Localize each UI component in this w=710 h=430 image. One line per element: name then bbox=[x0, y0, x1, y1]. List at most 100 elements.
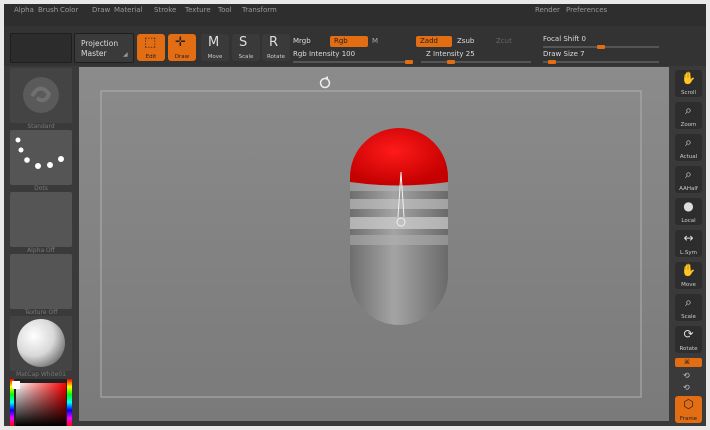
move-label: Move bbox=[207, 54, 223, 60]
menu-render[interactable]: Render bbox=[535, 6, 560, 14]
right-tray: ✋ Scroll ⌕ Zoom ⌕ Actual ⌕ AAHalf ● Loca… bbox=[671, 66, 706, 426]
menu-color[interactable]: Color bbox=[60, 6, 78, 14]
edit-button[interactable]: ⬚ Edit bbox=[137, 34, 165, 61]
top-toolbar: Projection Master ◢ ⬚ Edit ✛ Draw M Move… bbox=[4, 26, 706, 66]
capsule-model[interactable] bbox=[350, 128, 448, 325]
draw-size-slider[interactable] bbox=[543, 60, 659, 64]
rotate-y-icon[interactable]: ⟲ bbox=[683, 371, 690, 380]
focal-shift-knob[interactable] bbox=[597, 45, 605, 49]
rgb-intensity-slider[interactable] bbox=[293, 60, 413, 64]
axis-xyz-icon: ⌘ bbox=[684, 359, 690, 366]
z-intensity-slider[interactable] bbox=[421, 60, 531, 64]
z-intensity-knob[interactable] bbox=[447, 60, 455, 64]
move-button[interactable]: M Move bbox=[201, 34, 229, 61]
left-tray: Standard Dots Alpha Off Texture Off MatC… bbox=[4, 66, 76, 426]
scale-view-button[interactable]: ⌕ Scale bbox=[675, 294, 702, 321]
zoom-button[interactable]: ⌕ Zoom bbox=[675, 102, 702, 129]
frame-cube-icon: ⬡ bbox=[683, 397, 694, 411]
menu-transform[interactable]: Transform bbox=[242, 6, 277, 14]
edit-icon: ⬚ bbox=[144, 35, 157, 50]
focal-shift-label: Focal Shift 0 bbox=[543, 35, 586, 43]
actual-label: Actual bbox=[679, 154, 698, 160]
menu-draw[interactable]: Draw bbox=[92, 6, 110, 14]
menu-tool[interactable]: Tool bbox=[218, 6, 232, 14]
scale-label: Scale bbox=[238, 54, 254, 60]
rotate-z-icon[interactable]: ⟲ bbox=[683, 383, 690, 392]
scroll-button[interactable]: ✋ Scroll bbox=[675, 70, 702, 97]
move-view-button[interactable]: ✋ Move bbox=[675, 262, 702, 289]
mrgb-toggle[interactable]: Mrgb bbox=[293, 37, 311, 45]
hue-strip-right[interactable] bbox=[67, 379, 72, 426]
rotation-axis-toggle[interactable]: ⌘ bbox=[675, 358, 702, 367]
rotate-button[interactable]: R Rotate bbox=[262, 34, 290, 61]
zadd-toggle[interactable]: Zadd bbox=[416, 36, 452, 47]
aahalf-button[interactable]: ⌕ AAHalf bbox=[675, 166, 702, 193]
rotate-gizmo-icon[interactable] bbox=[319, 76, 331, 89]
move-hand-icon: ✋ bbox=[681, 263, 696, 277]
document-canvas[interactable] bbox=[79, 67, 669, 421]
menu-stroke[interactable]: Stroke bbox=[154, 6, 176, 14]
rotate-view-button[interactable]: ⟳ Rotate bbox=[675, 326, 702, 353]
alpha-slot[interactable] bbox=[10, 192, 72, 247]
scroll-hand-icon: ✋ bbox=[681, 71, 696, 85]
menu-material[interactable]: Material bbox=[114, 6, 142, 14]
menu-preferences[interactable]: Preferences bbox=[566, 6, 607, 14]
move-icon: M bbox=[208, 35, 220, 50]
color-picker[interactable] bbox=[10, 379, 72, 426]
stroke-slot[interactable] bbox=[10, 130, 72, 185]
alpha-label: Alpha Off bbox=[27, 247, 55, 254]
frame-label: Frame bbox=[679, 416, 698, 422]
aahalf-icon: ⌕ bbox=[685, 167, 692, 181]
lsym-button[interactable]: ↔ L.Sym bbox=[675, 230, 702, 257]
dots-stroke-icon bbox=[15, 137, 64, 169]
menu-alpha[interactable]: Alpha bbox=[14, 6, 34, 14]
rotate-label: Rotate bbox=[266, 54, 285, 60]
actual-button[interactable]: ⌕ Actual bbox=[675, 134, 702, 161]
brush-label: Standard bbox=[27, 123, 55, 130]
frame-button[interactable]: ⬡ Frame bbox=[675, 396, 702, 423]
z-intensity-label: Z Intensity 25 bbox=[426, 50, 475, 58]
projection-label: Projection bbox=[81, 39, 119, 48]
stroke-label: Dots bbox=[34, 185, 48, 192]
material-slot[interactable] bbox=[10, 316, 72, 371]
rgb-intensity-text: Rgb Intensity bbox=[293, 50, 340, 58]
menu-bar: Alpha Brush Color Draw Material Stroke T… bbox=[4, 4, 706, 26]
rgb-intensity-label: Rgb Intensity 100 bbox=[293, 50, 355, 58]
focal-shift-slider[interactable] bbox=[543, 45, 659, 49]
menu-texture[interactable]: Texture bbox=[185, 6, 211, 14]
focal-shift-text: Focal Shift bbox=[543, 35, 580, 43]
m-toggle[interactable]: M bbox=[372, 37, 378, 45]
zcut-toggle[interactable]: Zcut bbox=[496, 37, 512, 45]
corner-triangle-icon: ◢ bbox=[123, 51, 128, 58]
draw-button[interactable]: ✛ Draw bbox=[168, 34, 196, 61]
brush-slot[interactable] bbox=[10, 68, 72, 123]
zoom-label: Zoom bbox=[680, 122, 697, 128]
local-icon: ● bbox=[683, 199, 694, 213]
move-view-label: Move bbox=[681, 282, 696, 288]
texture-slot[interactable] bbox=[10, 254, 72, 309]
scroll-label: Scroll bbox=[680, 90, 697, 96]
standard-brush-icon bbox=[23, 77, 59, 113]
zsub-toggle[interactable]: Zsub bbox=[457, 37, 474, 45]
rgb-intensity-knob[interactable] bbox=[405, 60, 413, 64]
projection-master-button[interactable]: Projection Master ◢ bbox=[74, 33, 134, 63]
quicksave-slot[interactable] bbox=[10, 33, 72, 63]
saturation-value-square[interactable] bbox=[16, 383, 66, 426]
z-intensity-value: 25 bbox=[465, 50, 475, 58]
zbrush-window: Alpha Brush Color Draw Material Stroke T… bbox=[4, 4, 706, 426]
texture-label: Texture Off bbox=[24, 309, 58, 316]
main-color-swatch[interactable] bbox=[12, 381, 20, 389]
draw-size-label: Draw Size 7 bbox=[543, 50, 585, 58]
menu-brush[interactable]: Brush bbox=[38, 6, 58, 14]
master-label: Master bbox=[81, 49, 107, 58]
rgb-toggle[interactable]: Rgb bbox=[330, 36, 368, 47]
local-button[interactable]: ● Local bbox=[675, 198, 702, 225]
scale-button[interactable]: S Scale bbox=[232, 34, 260, 61]
rotate-icon: R bbox=[269, 35, 279, 50]
draw-size-knob[interactable] bbox=[548, 60, 556, 64]
actual-icon: ⌕ bbox=[685, 135, 692, 149]
focal-shift-value: 0 bbox=[581, 35, 586, 43]
aahalf-label: AAHalf bbox=[679, 186, 698, 192]
rotate-view-label: Rotate bbox=[679, 346, 698, 352]
lsym-label: L.Sym bbox=[680, 250, 697, 256]
